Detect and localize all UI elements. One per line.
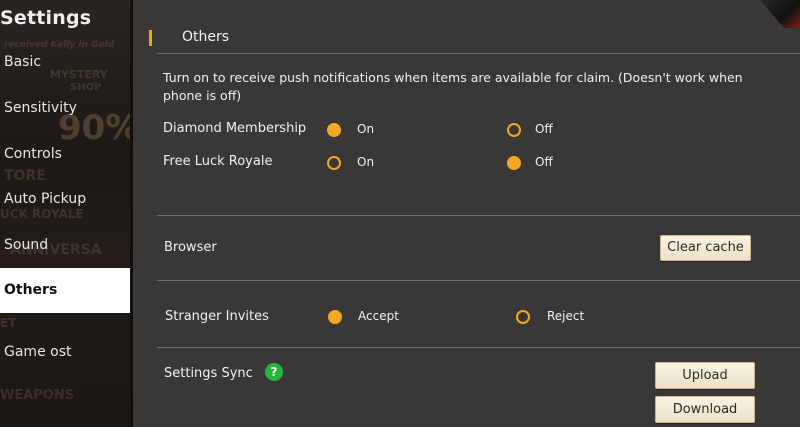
sidebar-item-controls[interactable]: Controls [0,134,130,174]
stranger-invites-accept-label: Accept [358,309,399,323]
diamond-membership-label: Diamond Membership [163,121,307,136]
settings-sync-label: Settings Sync [164,366,253,381]
stranger-invites-accept-radio[interactable] [328,310,342,324]
diamond-membership-on-radio[interactable] [327,123,341,137]
upload-button[interactable]: Upload [655,362,755,389]
browser-label: Browser [164,240,217,255]
diamond-membership-off-label: Off [535,122,553,136]
free-luck-royale-off-label: Off [535,155,553,169]
background-promo-text: ET [0,316,17,330]
settings-sidebar: received Kelly in Gold MYSTERY SHOP 90% … [0,0,130,427]
sidebar-item-basic[interactable]: Basic [0,42,130,82]
free-luck-royale-off-radio[interactable] [507,156,521,170]
section-marker [149,30,152,46]
stranger-invites-label: Stranger Invites [165,309,269,324]
stranger-invites-reject-label: Reject [547,309,585,323]
sidebar-item-sensitivity[interactable]: Sensitivity [0,88,130,128]
sidebar-item-sound[interactable]: Sound [0,225,130,265]
stranger-invites-reject-radio[interactable] [516,310,530,324]
sidebar-item-auto-pickup[interactable]: Auto Pickup [0,179,130,219]
background-promo-text: WEAPONS [0,388,75,403]
download-button[interactable]: Download [655,396,755,423]
settings-title: Settings [0,7,92,29]
corner-decoration [760,0,800,28]
clear-cache-button[interactable]: Clear cache [660,235,751,261]
push-notification-notice: Turn on to receive push notifications wh… [163,70,743,103]
diamond-membership-off-radio[interactable] [507,123,521,137]
divider [157,347,800,348]
free-luck-royale-on-radio[interactable] [327,156,341,170]
settings-panel: Others Turn on to receive push notificat… [133,0,800,427]
divider [157,215,800,216]
help-icon[interactable]: ? [265,363,283,381]
free-luck-royale-label: Free Luck Royale [163,154,273,169]
free-luck-royale-on-label: On [357,155,375,169]
sidebar-item-game-ost[interactable]: Game ost [0,332,130,372]
divider [157,280,800,281]
section-title: Others [182,29,230,45]
sidebar-item-others[interactable]: Others [0,268,130,313]
divider [157,53,800,54]
diamond-membership-on-label: On [357,122,375,136]
